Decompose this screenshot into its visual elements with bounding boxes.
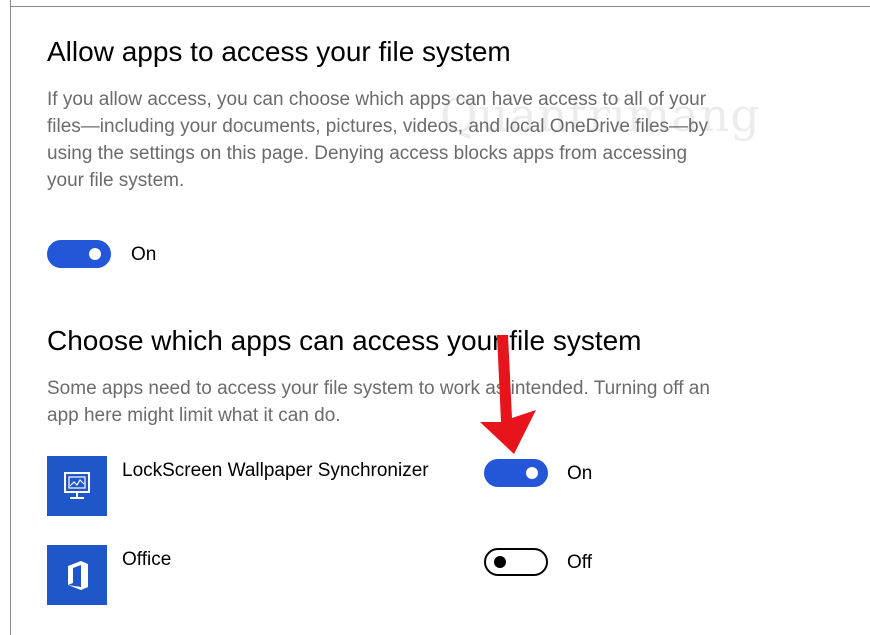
lockscreen-app-toggle-label: On: [567, 463, 593, 484]
window-left-border: [10, 0, 11, 635]
monitor-icon: [64, 472, 90, 499]
app-name-lockscreen: LockScreen Wallpaper Synchronizer: [122, 460, 429, 481]
office-logo-icon: [68, 561, 88, 590]
app-name-office: Office: [122, 549, 172, 570]
lockscreen-app-tile: [47, 456, 107, 516]
lockscreen-app-toggle[interactable]: [484, 459, 548, 487]
red-arrow-icon: [480, 335, 536, 454]
office-app-tile: [47, 545, 107, 605]
office-app-toggle[interactable]: [484, 548, 548, 576]
allow-file-system-toggle[interactable]: [47, 240, 111, 268]
section-title-allow-access: Allow apps to access your file system: [47, 36, 511, 67]
toggle-knob: [494, 556, 506, 568]
office-app-toggle-label: Off: [567, 552, 592, 573]
section-description-allow-access: If you allow access, you can choose whic…: [47, 89, 709, 191]
window-top-border: [10, 6, 870, 7]
section-description-choose-apps: Some apps need to access your file syste…: [47, 378, 710, 426]
toggle-knob: [89, 248, 101, 260]
section-title-choose-apps: Choose which apps can access your file s…: [47, 325, 642, 356]
toggle-knob: [526, 467, 538, 479]
allow-file-system-toggle-label: On: [131, 244, 157, 265]
